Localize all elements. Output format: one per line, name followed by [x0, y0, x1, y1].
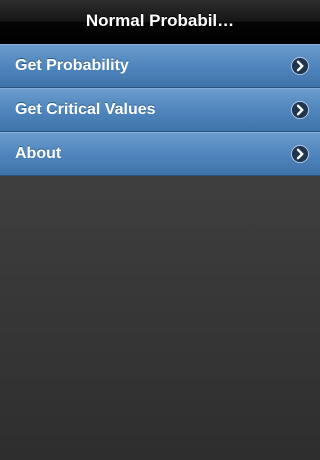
- menu-item-get-critical-values[interactable]: Get Critical Values: [0, 88, 320, 132]
- page-title: Normal Probabil…: [85, 11, 235, 30]
- menu-item-label: About: [15, 145, 62, 162]
- menu-item-label: Get Critical Values: [15, 101, 156, 118]
- navigation-bar: Normal Probabil…: [0, 0, 320, 44]
- menu-item-about[interactable]: About: [0, 132, 320, 176]
- menu-item-label: Get Probability: [15, 57, 129, 74]
- menu-list: Get Probability Get Critical Values Abou…: [0, 44, 320, 176]
- chevron-right-icon[interactable]: [291, 101, 309, 119]
- chevron-right-icon[interactable]: [291, 57, 309, 75]
- chevron-right-icon[interactable]: [291, 145, 309, 163]
- menu-item-get-probability[interactable]: Get Probability: [0, 44, 320, 88]
